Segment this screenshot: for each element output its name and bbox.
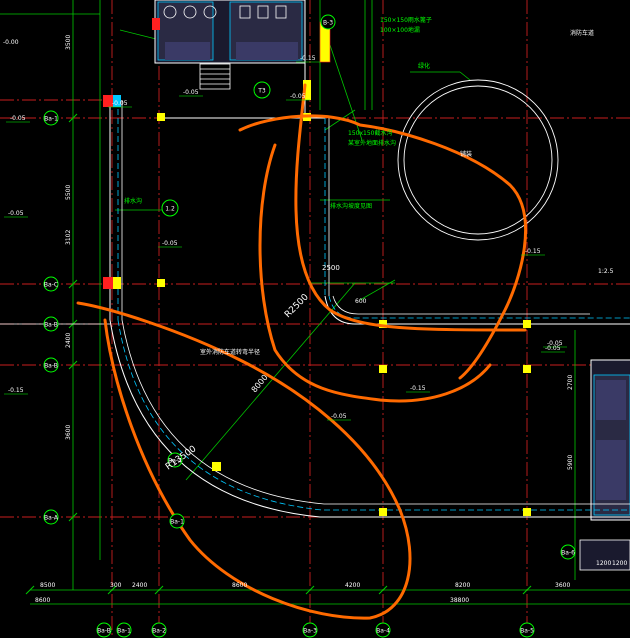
column [379, 365, 387, 373]
column [523, 365, 531, 373]
bottom-dim-label: 8500 [40, 582, 55, 589]
col-axis-bubble-text: Ba-5 [520, 628, 534, 635]
bubble-ba-1-text: Ba-1 [170, 519, 184, 526]
dim-label-600: 600 [355, 298, 367, 305]
note-d: 某室外地面排水沟 [348, 139, 396, 147]
row-axis-bubble-text: Ba-C [44, 282, 58, 289]
left-dim-label: 3500 [65, 35, 72, 50]
column [523, 508, 531, 516]
elevation-label: -0.05 [112, 100, 128, 107]
bubble-ba-6-text: Ba-6 [561, 550, 575, 557]
right-dim-label: 5900 [567, 455, 574, 470]
bottom-dim-total: 8600 [35, 597, 50, 604]
col-axis-bubble: Ba-5 [519, 622, 535, 638]
bubble-b-3-text: B-3 [323, 20, 333, 27]
col-axis-bubble-text: Ba-4 [376, 628, 390, 635]
bubble-ba-1: Ba-1 [169, 513, 185, 529]
bubble-ba-6: Ba-6 [560, 544, 576, 560]
note-a: 150×150雨水篦子 [380, 16, 432, 24]
bubble-callout-text: 1.2 [165, 206, 175, 213]
dim-label-2500: 2500 [322, 264, 340, 272]
elevation-label: -0.05 [183, 89, 199, 96]
note-f: 绿化 [418, 62, 430, 70]
col-axis-bubble: Ba-3 [302, 622, 318, 638]
cad-svg: Ba-1 Ba-C Ba-B Ba-A Ba-B Ba-B Ba-1 Ba-2 Ba-3 Ba-4… [0, 0, 630, 638]
col-axis-bubble: Ba-2 [151, 622, 167, 638]
note-e: 排水沟坡度见图 [330, 202, 372, 210]
right-dim-label: 1200 [612, 560, 627, 567]
col-axis-bubble-text: Ba-2 [152, 628, 166, 635]
bottom-dim-total: 38800 [450, 597, 469, 604]
red-block [152, 18, 160, 30]
elevation-label: -0.15 [525, 248, 541, 255]
right-dim-label: 1200 [596, 560, 611, 567]
row-axis-bubble: Ba-B [43, 357, 59, 373]
note-c: 150x150截水沟 [348, 129, 392, 137]
row-axis-bubble-text: Ba-B [44, 322, 58, 329]
col-axis-bubble-text: Ba-B [97, 628, 111, 635]
note-l: -0.00 [3, 39, 19, 46]
row-axis-bubble: Ba-C [43, 276, 59, 292]
note-h: 消防车道 [570, 29, 594, 37]
col-axis-bubble: Ba-B [96, 622, 112, 638]
bottom-dim-label: 3600 [555, 582, 570, 589]
elevation-label: -0.15 [8, 387, 24, 394]
bubble-t3-text: T3 [257, 88, 266, 95]
bottom-dim-label: 8200 [455, 582, 470, 589]
elevation-label: -0.05 [290, 93, 306, 100]
bubble-callout: 1.2 [161, 199, 179, 217]
note-i: 排水沟 [124, 197, 142, 205]
bottom-dim-label: 8600 [232, 582, 247, 589]
row-axis-bubble: Ba-B [43, 316, 59, 332]
col-axis-bubble-text: Ba-3 [303, 628, 317, 635]
floor-hatch [596, 380, 626, 420]
cad-drawing-canvas[interactable]: Ba-1 Ba-C Ba-B Ba-A Ba-B Ba-B Ba-1 Ba-2 Ba-3 Ba-4… [0, 0, 630, 638]
bottom-dim-label: 4200 [345, 582, 360, 589]
elevation-label: -0.15 [300, 55, 316, 62]
elevation-label: -0.05 [545, 345, 561, 352]
note-g: 铺装 [460, 150, 472, 158]
left-dim-label: 3102 [65, 230, 72, 245]
left-dim-label: 2400 [65, 333, 72, 348]
row-axis-bubble-text: Ba-B [44, 363, 58, 370]
col-axis-bubble: Ba-1 [116, 622, 132, 638]
red-block [103, 277, 113, 289]
column [212, 462, 221, 471]
row-axis-bubble: Ba-1 [43, 110, 59, 126]
floor-hatch [236, 42, 298, 60]
right-dim-label: 2700 [567, 375, 574, 390]
bubble-t3: T3 [253, 81, 271, 99]
elevation-label: -0.05 [162, 240, 178, 247]
row-axis-bubble-text: Ba-1 [44, 116, 58, 123]
note-k: 1:2.5 [598, 268, 614, 275]
elevation-label: -0.05 [331, 413, 347, 420]
background [0, 0, 630, 638]
bottom-dim-label: 300 [110, 582, 122, 589]
column [157, 279, 165, 287]
floor-hatch [165, 42, 210, 60]
elevation-label: -0.15 [410, 385, 426, 392]
left-dim-label: 3600 [65, 425, 72, 440]
row-axis-bubble-text: Ba-A [44, 515, 59, 522]
bubble-b-3: B-3 [320, 14, 336, 30]
column [523, 320, 531, 328]
floor-hatch [596, 440, 626, 500]
column [157, 113, 165, 121]
left-dim-label: 5500 [65, 185, 72, 200]
note-b: 100×100地漏 [380, 26, 420, 34]
bottom-dim-label: 2400 [132, 582, 147, 589]
note-j: 室外消防车道转弯半径 [200, 348, 260, 356]
elevation-label: -0.05 [8, 210, 24, 217]
col-axis-bubble-text: Ba-1 [117, 628, 131, 635]
column [113, 277, 121, 289]
row-axis-bubble: Ba-A [43, 509, 59, 525]
column [379, 508, 387, 516]
elevation-label: -0.05 [10, 115, 26, 122]
col-axis-bubble: Ba-4 [375, 622, 391, 638]
